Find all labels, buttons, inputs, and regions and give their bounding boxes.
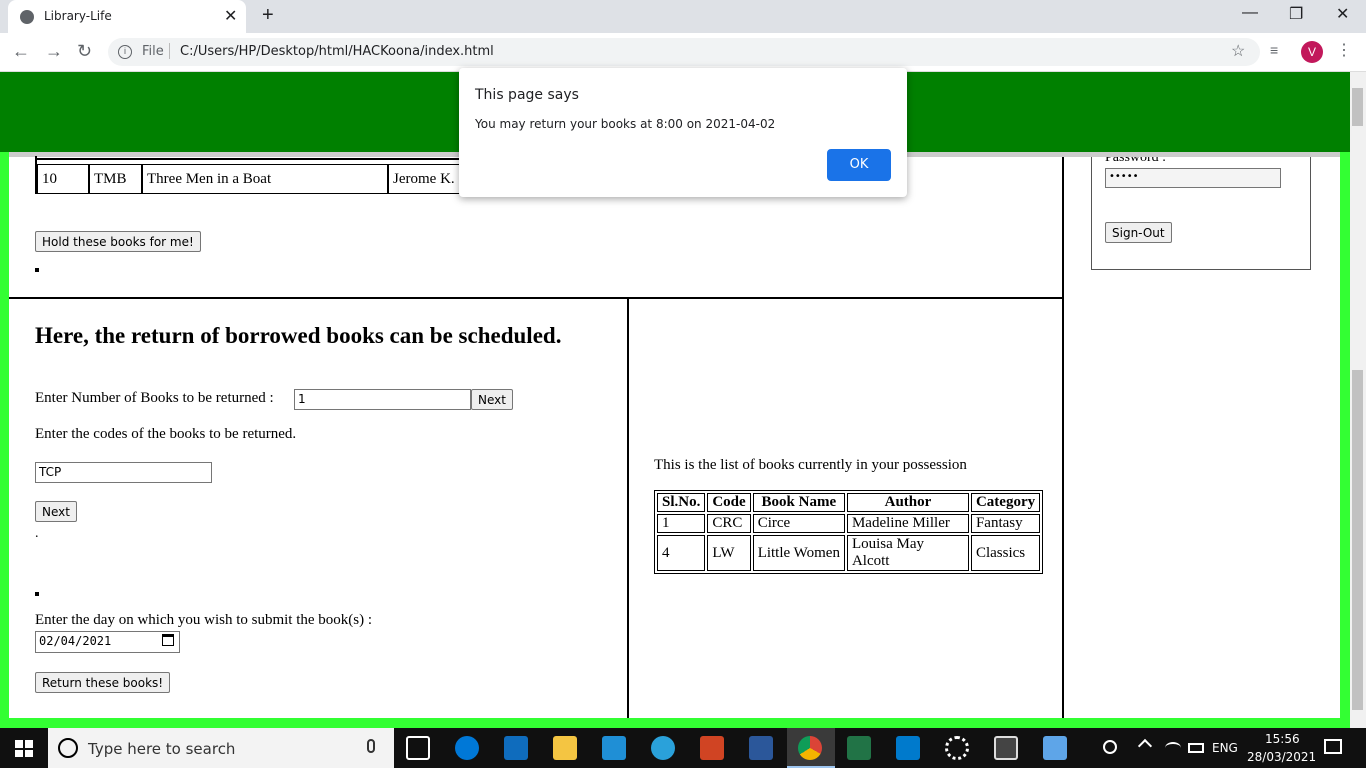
bullet-marker-2 bbox=[35, 592, 39, 596]
date-input[interactable]: 02/04/2021 bbox=[35, 631, 180, 653]
file-explorer-icon[interactable] bbox=[553, 736, 577, 760]
reload-icon[interactable]: ↻ bbox=[77, 41, 92, 62]
start-tile bbox=[15, 749, 23, 757]
table-header: Code bbox=[707, 493, 751, 512]
bullet-marker bbox=[35, 268, 39, 272]
search-placeholder[interactable]: Type here to search bbox=[88, 740, 235, 758]
tab-title: Library-Life bbox=[44, 9, 112, 23]
media-control-icon[interactable]: ≡ bbox=[1270, 42, 1278, 58]
sidebar-divider bbox=[1062, 157, 1064, 718]
num-books-label: Enter Number of Books to be returned : bbox=[35, 390, 274, 406]
globe-icon bbox=[20, 10, 34, 24]
dialog-ok-button[interactable]: OK bbox=[827, 149, 891, 181]
table-cell: Madeline Miller bbox=[846, 514, 969, 533]
media-player-icon[interactable] bbox=[994, 736, 1018, 760]
table-cell: Little Women bbox=[752, 535, 845, 571]
possession-table: Sl.No. Code Book Name Author Category 1 … bbox=[654, 490, 1044, 574]
hold-cell-sl: 10 bbox=[37, 164, 89, 194]
word-icon[interactable] bbox=[749, 736, 773, 760]
start-tile bbox=[25, 749, 33, 757]
table-cell: CRC bbox=[707, 514, 751, 533]
windows-start-icon[interactable] bbox=[15, 740, 33, 757]
profile-avatar[interactable]: V bbox=[1301, 41, 1323, 63]
url-text[interactable]: C:/Users/HP/Desktop/html/HACKoona/index.… bbox=[180, 44, 494, 59]
next-button[interactable]: Next bbox=[471, 389, 513, 410]
cortana-icon bbox=[58, 738, 78, 758]
edge-icon[interactable] bbox=[455, 736, 479, 760]
table-row: 4 LW Little Women Louisa May Alcott Clas… bbox=[657, 535, 1041, 571]
close-window-icon[interactable]: ✕ bbox=[1336, 4, 1349, 24]
wifi-icon[interactable] bbox=[1165, 742, 1181, 754]
table-header: Sl.No. bbox=[657, 493, 706, 512]
scrollbar-thumb[interactable] bbox=[1352, 370, 1363, 710]
book-code-input[interactable]: TCP bbox=[35, 462, 212, 483]
notifications-icon[interactable] bbox=[1324, 739, 1342, 754]
control-panel-icon[interactable] bbox=[1043, 736, 1067, 760]
table-cell: Louisa May Alcott bbox=[846, 535, 969, 571]
table-cell: Fantasy bbox=[970, 514, 1041, 533]
restore-icon[interactable]: ❐ bbox=[1289, 4, 1303, 24]
num-books-input[interactable]: 1 bbox=[294, 389, 471, 410]
start-tile bbox=[25, 740, 33, 748]
info-icon[interactable]: i bbox=[118, 45, 132, 59]
bookmark-star-icon[interactable]: ☆ bbox=[1231, 41, 1245, 61]
mail-icon[interactable] bbox=[504, 736, 528, 760]
table-cell: 4 bbox=[657, 535, 706, 571]
telegram-icon[interactable] bbox=[651, 736, 675, 760]
scrollbar-thumb-top[interactable] bbox=[1352, 88, 1363, 126]
language-indicator[interactable]: ENG bbox=[1212, 741, 1238, 755]
minimize-icon[interactable]: — bbox=[1242, 4, 1258, 22]
dialog-title: This page says bbox=[475, 87, 579, 103]
codes-label: Enter the codes of the books to be retur… bbox=[35, 426, 297, 442]
return-books-button[interactable]: Return these books! bbox=[35, 672, 171, 693]
hold-cell-code: TMB bbox=[89, 164, 142, 194]
hold-cell-name: Three Men in a Boat bbox=[142, 164, 388, 194]
table-cell: Circe bbox=[752, 514, 845, 533]
clock-date[interactable]: 28/03/2021 bbox=[1247, 750, 1316, 764]
url-divider bbox=[169, 43, 170, 59]
date-label: Enter the day on which you wish to submi… bbox=[35, 612, 373, 628]
table-header: Book Name bbox=[752, 493, 845, 512]
possession-caption: This is the list of books currently in y… bbox=[654, 457, 967, 473]
start-tile bbox=[15, 740, 23, 748]
next-codes-button[interactable]: Next bbox=[35, 501, 77, 522]
table-header-row: Sl.No. Code Book Name Author Category bbox=[657, 493, 1041, 512]
password-field[interactable]: ••••• bbox=[1105, 168, 1281, 188]
tab-close-icon[interactable]: ✕ bbox=[224, 6, 237, 26]
return-heading: Here, the return of borrowed books can b… bbox=[35, 323, 562, 348]
dot-text: . bbox=[35, 526, 39, 541]
microphone-icon[interactable] bbox=[367, 739, 375, 753]
table-cell: LW bbox=[707, 535, 751, 571]
task-view-icon[interactable] bbox=[406, 736, 430, 760]
dialog-message: You may return your books at 8:00 on 202… bbox=[475, 117, 776, 131]
people-icon[interactable] bbox=[1103, 740, 1117, 754]
forward-icon[interactable]: → bbox=[45, 41, 63, 62]
hold-books-button[interactable]: Hold these books for me! bbox=[35, 231, 201, 252]
sign-out-button[interactable]: Sign-Out bbox=[1105, 222, 1172, 243]
chrome-icon[interactable] bbox=[798, 736, 822, 760]
url-scheme: File bbox=[142, 44, 164, 59]
back-icon[interactable]: ← bbox=[12, 41, 30, 62]
menu-kebab-icon[interactable]: ⋮ bbox=[1336, 40, 1352, 60]
table-cell: Classics bbox=[970, 535, 1041, 571]
excel-icon[interactable] bbox=[847, 736, 871, 760]
column-divider bbox=[627, 297, 629, 718]
calendar-icon[interactable] bbox=[162, 634, 174, 646]
clock-time[interactable]: 15:56 bbox=[1265, 732, 1300, 746]
table-cell: 1 bbox=[657, 514, 706, 533]
battery-icon[interactable] bbox=[1188, 743, 1204, 753]
powerpoint-icon[interactable] bbox=[700, 736, 724, 760]
section-divider bbox=[9, 297, 1063, 299]
date-value: 02/04/2021 bbox=[39, 634, 112, 648]
new-tab-icon[interactable]: + bbox=[262, 4, 274, 27]
store-icon[interactable] bbox=[602, 736, 626, 760]
table-row: 1 CRC Circe Madeline Miller Fantasy bbox=[657, 514, 1041, 533]
table-header: Author bbox=[846, 493, 969, 512]
table-header: Category bbox=[970, 493, 1041, 512]
vscode-icon[interactable] bbox=[896, 736, 920, 760]
settings-gear-icon[interactable] bbox=[945, 736, 969, 760]
